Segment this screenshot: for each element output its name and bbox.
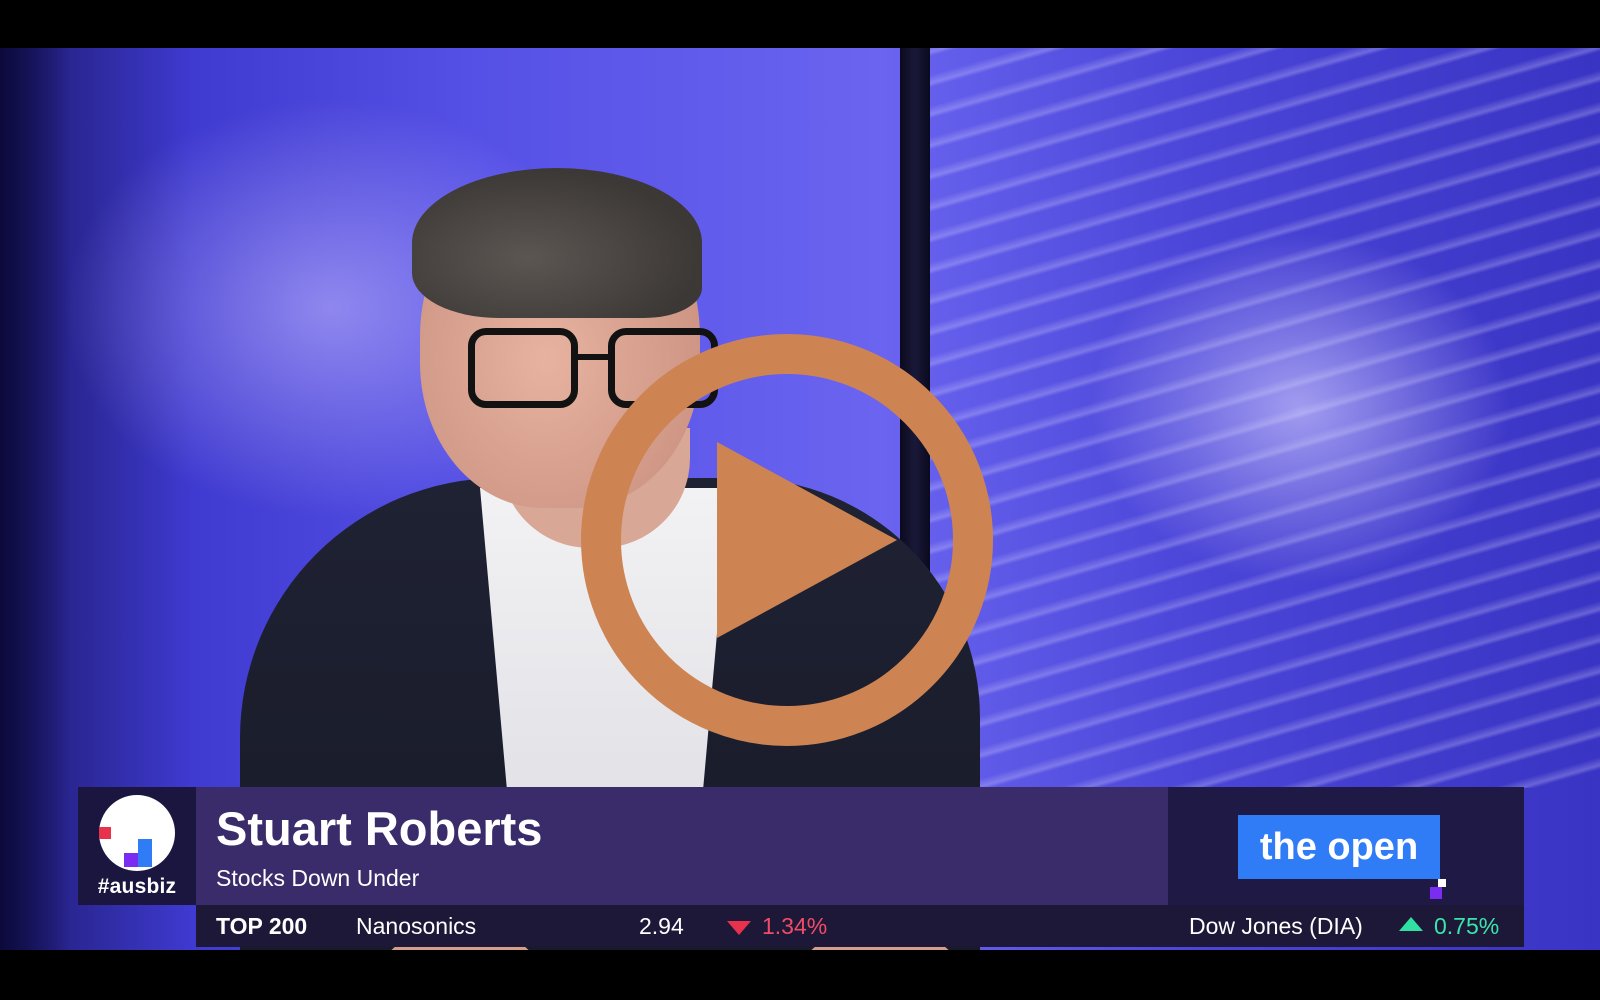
logo-square-red — [99, 827, 111, 839]
presenter-subtitle: Stocks Down Under — [216, 865, 420, 891]
name-plate: Stuart Roberts Stocks Down Under — [196, 787, 1168, 905]
play-icon — [581, 334, 993, 746]
market-ticker: TOP 200 Nanosonics 2.94 1.34% Dow Jones … — [196, 905, 1524, 947]
show-branding: the open — [1168, 787, 1524, 905]
lower-third-graphic: #ausbiz Stuart Roberts Stocks Down Under… — [78, 787, 1524, 947]
show-title: the open — [1238, 815, 1440, 879]
play-button[interactable] — [577, 330, 997, 750]
show-logo-square-purple — [1430, 887, 1442, 899]
glasses-lens-left — [468, 328, 578, 408]
letterbox-bottom — [0, 950, 1600, 1000]
ticker-stock-name: Nanosonics — [356, 913, 477, 939]
channel-hashtag: #ausbiz — [97, 875, 177, 898]
letterbox-top — [0, 0, 1600, 48]
logo-square-blue — [138, 839, 152, 853]
presenter-hair — [412, 168, 702, 318]
ticker-stock-price: 2.94 — [639, 913, 684, 939]
ausbiz-logo: #ausbiz — [78, 787, 196, 905]
ticker-index-label: TOP 200 — [216, 913, 308, 939]
show-logo-square-white — [1438, 879, 1446, 887]
ticker-us-index-label: Dow Jones (DIA) — [1189, 913, 1363, 939]
video-frame[interactable]: #ausbiz Stuart Roberts Stocks Down Under… — [0, 48, 1600, 950]
ticker-stock-change: 1.34% — [762, 913, 828, 939]
logo-square-purple — [124, 853, 138, 867]
arrow-down-icon — [727, 921, 751, 935]
logo-square-blue-2 — [138, 853, 152, 867]
presenter-name: Stuart Roberts — [216, 802, 543, 855]
arrow-up-icon — [1399, 917, 1423, 931]
ticker-us-index-change: 0.75% — [1434, 913, 1500, 939]
